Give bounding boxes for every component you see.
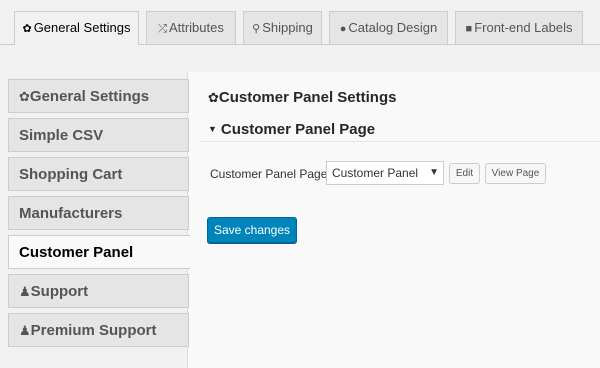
customer-panel-page-label: Customer Panel Page xyxy=(210,167,328,181)
comment-icon: ■ xyxy=(465,23,473,35)
sidebar-item-shopping-cart[interactable]: Shopping Cart xyxy=(8,157,189,191)
location-pin-icon: ⚲ xyxy=(252,23,261,35)
caret-down-icon: ▼ xyxy=(208,124,217,134)
sidebar-item-simple-csv[interactable]: Simple CSV xyxy=(8,118,189,152)
shuffle-icon: ⤮ xyxy=(158,23,167,35)
view-page-button[interactable]: View Page xyxy=(485,163,546,184)
select-value: Customer Panel xyxy=(332,166,419,180)
sidebar-item-premium-support[interactable]: ♟Premium Support xyxy=(8,313,189,347)
tab-front-end-labels[interactable]: ■ Front-end Labels xyxy=(455,11,583,44)
sidebar-item-support[interactable]: ♟Support xyxy=(8,274,189,308)
tab-catalog-design[interactable]: ● Catalog Design xyxy=(329,11,448,44)
sidebar-item-customer-panel[interactable]: Customer Panel xyxy=(8,235,190,269)
gear-icon: ✿ xyxy=(208,90,219,105)
sidebar-item-general-settings[interactable]: ✿General Settings xyxy=(8,79,189,113)
tab-general-settings[interactable]: ✿ General Settings xyxy=(14,11,139,45)
tab-shipping[interactable]: ⚲ Shipping xyxy=(243,11,322,44)
customer-panel-page-select[interactable]: Customer Panel ▼ xyxy=(326,161,444,185)
subsection-header[interactable]: ▼ Customer Panel Page xyxy=(208,121,375,138)
edit-button[interactable]: Edit xyxy=(449,163,480,184)
subsection-divider xyxy=(200,141,600,142)
person-icon: ♟ xyxy=(19,284,31,299)
gear-icon: ✿ xyxy=(22,23,32,35)
person-icon: ♟ xyxy=(19,323,31,338)
tab-attributes[interactable]: ⤮ Attributes xyxy=(146,11,236,44)
chevron-down-icon: ▼ xyxy=(429,167,439,178)
save-changes-button[interactable]: Save changes xyxy=(207,217,297,243)
palette-icon: ● xyxy=(339,23,347,35)
section-title: ✿Customer Panel Settings xyxy=(208,89,397,106)
sidebar: ✿General Settings Simple CSV Shopping Ca… xyxy=(8,79,190,352)
gear-icon: ✿ xyxy=(19,89,30,104)
sidebar-item-manufacturers[interactable]: Manufacturers xyxy=(8,196,189,230)
